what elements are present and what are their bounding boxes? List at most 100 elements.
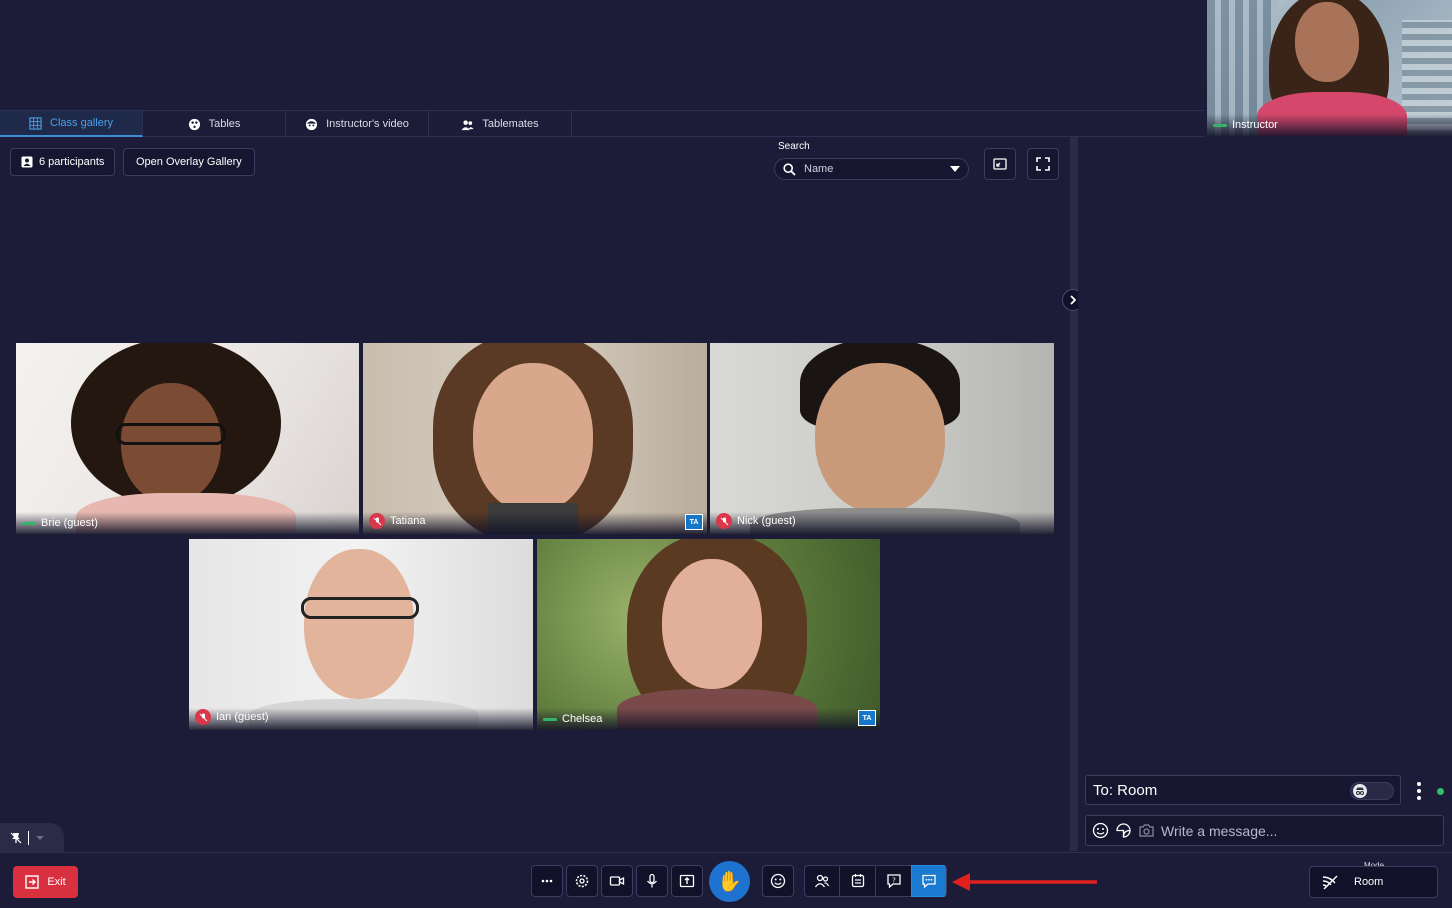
participant-tile-chelsea[interactable]: Chelsea TA [537,539,880,730]
svg-text:?: ? [892,877,896,885]
bottom-toolbar: Exit ✋ ? Room [0,852,1452,908]
participant-tile-brie[interactable]: Brie (guest) [16,343,359,534]
emoji-icon[interactable] [1092,822,1109,839]
message-placeholder: Write a message... [1161,822,1278,839]
glasses [301,597,419,619]
instructor-name: Instructor [1232,119,1278,131]
mic-level-icon [22,521,36,525]
participant-tile-nick[interactable]: Nick (guest) [710,343,1054,534]
participant-name: Nick (guest) [737,515,796,527]
chat-bubble-icon [922,874,936,889]
video-camera-icon [609,876,625,886]
message-input[interactable]: Write a message... [1085,815,1444,846]
mode-icon [1322,875,1338,890]
ta-badge: TA [685,514,703,530]
exit-button[interactable]: Exit [13,866,78,898]
chat-panel-button[interactable] [911,865,947,897]
grid-icon [29,116,42,130]
mode-selector[interactable]: Room [1309,866,1438,898]
face-icon [306,118,318,130]
participant-label: Tatiana [369,513,425,529]
more-options-icon[interactable] [1417,782,1421,800]
caret-down-icon [36,835,44,840]
fullscreen-icon [1036,157,1050,171]
reactions-group [762,865,797,897]
fullscreen-button[interactable] [1027,148,1059,180]
participants-panel-button[interactable] [804,865,839,897]
notes-panel-button[interactable] [839,865,875,897]
participant-name: Chelsea [562,713,603,725]
recipient-selector[interactable]: To: Room [1085,775,1401,805]
chevron-down-icon [950,166,960,172]
tab-class-gallery[interactable]: Class gallery [0,111,143,137]
sticker-icon[interactable] [1115,822,1132,839]
participant-label: Brie (guest) [22,517,98,529]
mic-level-icon [1213,123,1227,127]
search-placeholder: Name [804,163,834,175]
anonymous-toggle[interactable] [1350,782,1394,800]
mode-value: Room [1354,876,1384,888]
pin-tab[interactable] [0,823,64,852]
incognito-icon [1353,784,1367,798]
emoji-reactions-button[interactable] [762,865,794,897]
people-icon [461,119,474,130]
mic-muted-icon [195,709,211,725]
search-dropdown[interactable]: Name [774,158,969,180]
open-overlay-gallery-button[interactable]: Open Overlay Gallery [123,148,255,176]
tab-instructors-video[interactable]: Instructor's video [286,111,429,137]
exit-icon [25,875,40,889]
camera-icon[interactable] [1138,822,1155,839]
recipient-label: To: Room [1093,781,1158,799]
participant-tile-tatiana[interactable]: Tatiana TA [363,343,707,534]
microphone-icon [646,873,658,888]
table-icon [188,118,200,130]
microphone-button[interactable] [636,865,668,897]
mic-muted-icon [716,513,732,529]
tab-tablemates[interactable]: Tablemates [429,111,572,137]
participants-count: 6 participants [39,156,105,168]
more-button[interactable] [531,865,563,897]
instructor-video-tile[interactable]: Instructor [1207,0,1452,136]
search-icon [783,162,796,176]
picture-in-picture-icon [993,158,1007,170]
picture-in-picture-button[interactable] [984,148,1016,180]
participant-name: Brie (guest) [41,517,98,529]
participant-name: Ian (guest) [216,711,269,723]
top-strip [0,0,1205,110]
hand-icon: ✋ [717,871,742,893]
more-horizontal-icon [541,879,553,883]
exit-label: Exit [47,876,66,888]
smiley-icon [770,873,786,889]
media-controls [531,865,706,897]
view-tabs: Class gallery Tables Instructor's video … [0,110,1205,137]
unpin-icon [10,832,22,843]
annotation-arrow [952,873,1097,891]
settings-button[interactable] [566,865,598,897]
app-window: Instructor Class gallery Tables Instruct… [0,0,1452,908]
panel-splitter[interactable] [1070,137,1078,851]
question-bubble-icon: ? [886,874,901,889]
questions-panel-button[interactable]: ? [875,865,911,897]
contact-icon [21,156,33,168]
chevron-right-icon [1070,295,1077,305]
gear-icon [575,874,589,888]
chat-panel: To: Room Write a message... [1078,137,1452,851]
status-online-dot [1437,788,1444,795]
share-screen-button[interactable] [671,865,703,897]
participant-name: Tatiana [390,515,426,527]
raise-hand-button[interactable]: ✋ [709,861,750,902]
mic-level-icon [543,717,557,721]
class-gallery: 6 participants Open Overlay Gallery Sear… [0,137,1070,851]
search-label: Search [778,141,810,152]
participant-label: Nick (guest) [716,513,796,529]
tab-label: Instructor's video [326,118,409,130]
participant-tile-ian[interactable]: Ian (guest) [189,539,533,730]
participant-label: Ian (guest) [195,709,269,725]
glasses [116,423,226,445]
camera-button[interactable] [601,865,633,897]
tab-tables[interactable]: Tables [143,111,286,137]
participants-button[interactable]: 6 participants [10,148,116,176]
screen-share-icon [679,874,695,888]
participant-label: Chelsea [543,713,602,725]
mic-muted-icon [369,513,385,529]
